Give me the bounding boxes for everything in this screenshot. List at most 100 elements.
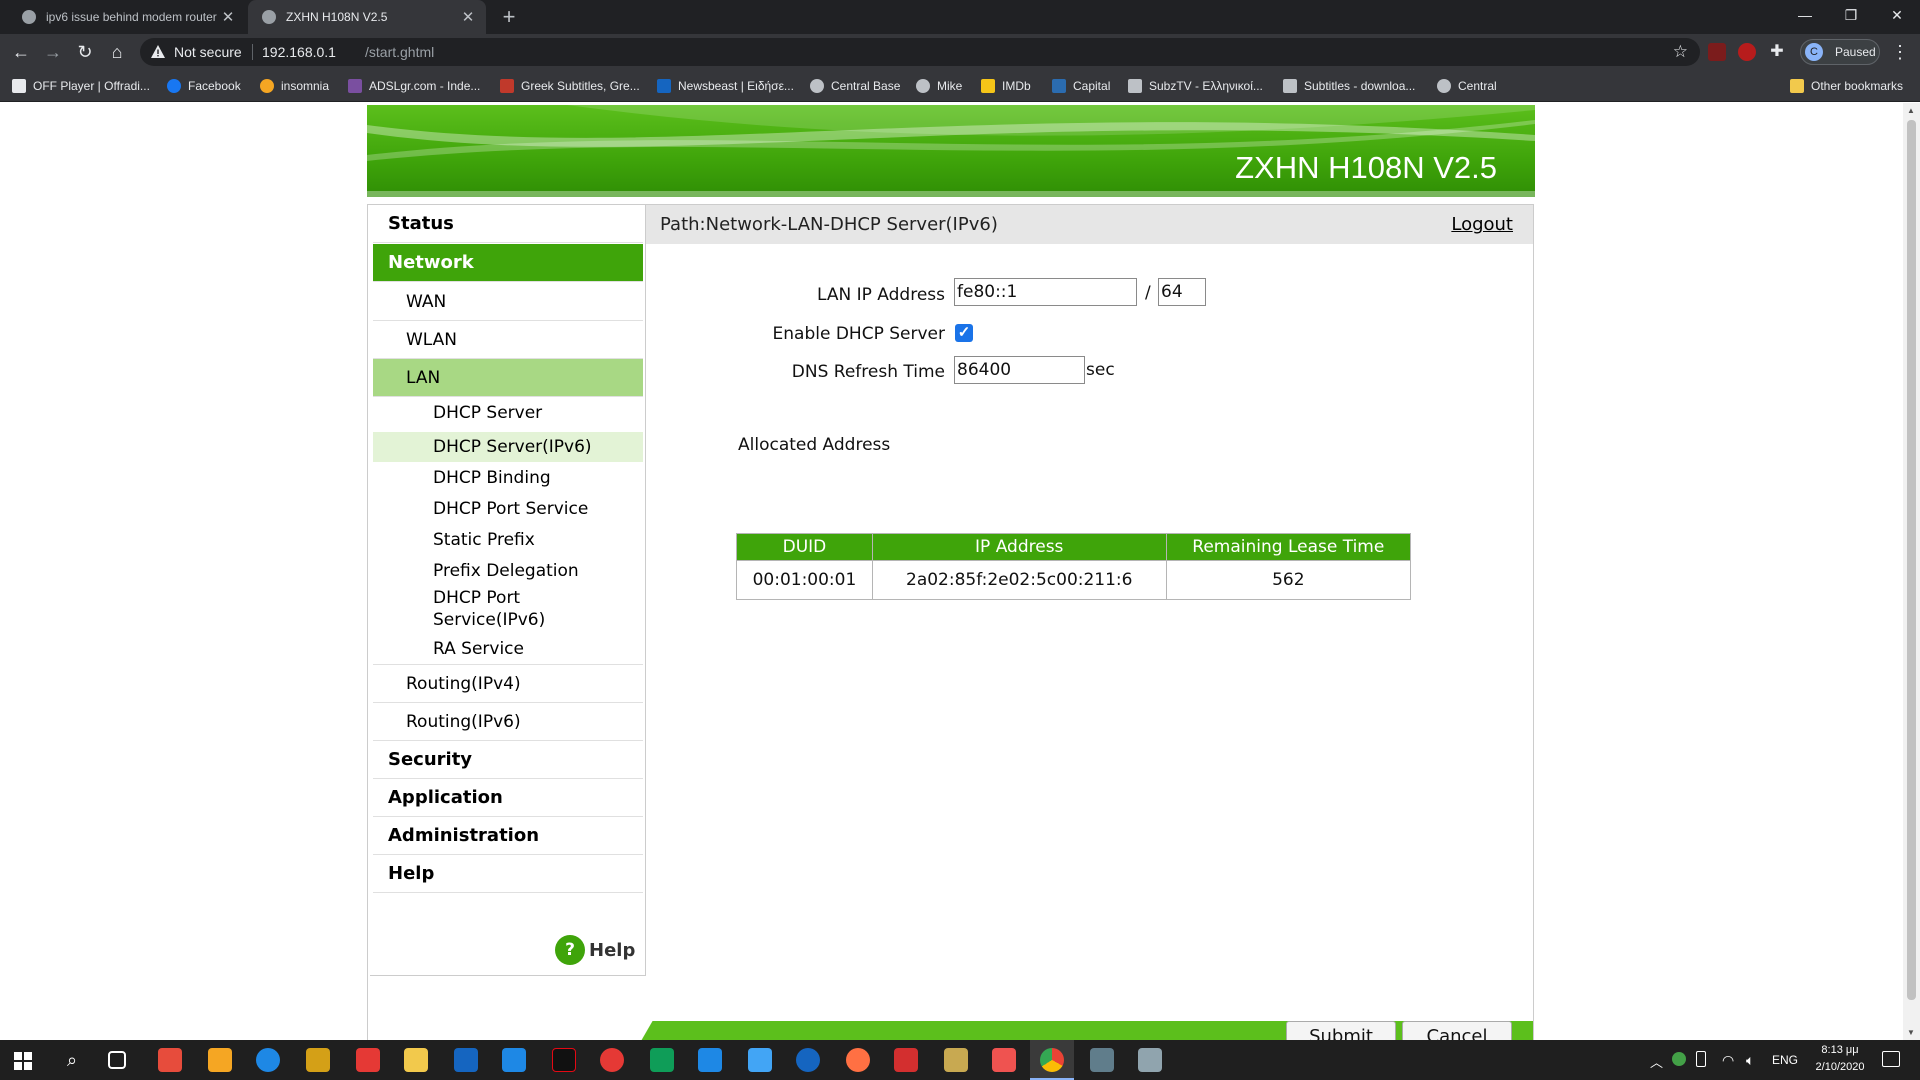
profile-button[interactable]: C Paused	[1800, 39, 1880, 65]
bookmark-item[interactable]: Central	[1437, 78, 1497, 94]
netflix-icon[interactable]	[552, 1048, 576, 1072]
scroll-up-icon[interactable]: ▲	[1907, 106, 1915, 115]
chrome-taskbar-button[interactable]	[1030, 1040, 1074, 1080]
restore-icon[interactable]: ❐	[1828, 0, 1874, 30]
sidebar-item-network[interactable]: Network	[373, 244, 643, 282]
battery-icon[interactable]	[1696, 1051, 1706, 1067]
logout-link[interactable]: Logout	[1451, 214, 1513, 235]
app-icon[interactable]	[1138, 1048, 1162, 1072]
opera-icon[interactable]	[600, 1048, 624, 1072]
wifi-icon[interactable]: ◠	[1722, 1052, 1734, 1069]
edge-icon[interactable]	[256, 1048, 280, 1072]
dns-refresh-input[interactable]: 86400	[954, 356, 1085, 384]
app-icon[interactable]	[502, 1048, 526, 1072]
help-link[interactable]: ? Help	[555, 935, 635, 965]
bookmark-item[interactable]: Subtitles - downloa...	[1283, 78, 1415, 94]
browser-tab[interactable]: ipv6 issue behind modem router ✕	[8, 0, 246, 34]
sidebar-item-routing-ipv6[interactable]: Routing(IPv6)	[373, 703, 643, 741]
back-icon[interactable]: ←	[8, 39, 34, 65]
sidebar-item-static-prefix[interactable]: Static Prefix	[373, 525, 643, 555]
notifications-icon[interactable]	[1882, 1051, 1900, 1067]
sidebar-item-help[interactable]: Help	[373, 855, 643, 893]
search-icon[interactable]: ⌕	[60, 1048, 84, 1072]
task-view-icon[interactable]	[108, 1051, 126, 1069]
file-icon[interactable]	[306, 1048, 330, 1072]
forward-icon[interactable]: →	[40, 39, 66, 65]
windows-start-icon[interactable]	[14, 1052, 32, 1070]
sidebar-item-application[interactable]: Application	[373, 779, 643, 817]
new-tab-icon[interactable]: +	[496, 4, 522, 30]
flash-icon[interactable]	[356, 1048, 380, 1072]
tray-chevron-icon[interactable]: ︿	[1650, 1052, 1663, 1071]
extension-icon[interactable]	[1708, 43, 1726, 61]
app-icon[interactable]	[992, 1048, 1016, 1072]
bookmark-item[interactable]: insomnia	[260, 78, 329, 94]
bookmark-item[interactable]: Capital	[1052, 78, 1110, 94]
app-icon[interactable]	[748, 1048, 772, 1072]
extensions-puzzle-icon[interactable]: ✚	[1768, 43, 1786, 61]
ublock-icon[interactable]	[1738, 43, 1756, 61]
bookmark-star-icon[interactable]: ☆	[1673, 42, 1688, 62]
sidebar-item-dhcp-server-ipv6[interactable]: DHCP Server(IPv6)	[373, 432, 643, 462]
sidebar-item-lan[interactable]: LAN	[373, 359, 643, 397]
close-window-icon[interactable]: ✕	[1874, 0, 1920, 30]
bookmark-item[interactable]: IMDb	[981, 78, 1031, 94]
cancel-button[interactable]: Cancel	[1402, 1021, 1512, 1040]
tray-icon[interactable]	[1672, 1052, 1686, 1066]
submit-button[interactable]: Submit	[1286, 1021, 1396, 1040]
warning-icon[interactable]	[150, 44, 166, 60]
file-explorer-icon[interactable]	[404, 1048, 428, 1072]
page-scrollbar[interactable]: ▲ ▼	[1903, 103, 1920, 1040]
bookmark-item[interactable]: Newsbeast | Ειδήσε...	[657, 78, 794, 94]
app-icon[interactable]	[208, 1048, 232, 1072]
reload-icon[interactable]: ↻	[72, 39, 98, 65]
security-label[interactable]: Not secure	[174, 44, 242, 60]
sidebar-item-dhcp-binding[interactable]: DHCP Binding	[373, 463, 643, 493]
app-icon[interactable]	[698, 1048, 722, 1072]
prefix-length-input[interactable]: 64	[1158, 278, 1206, 306]
close-tab-icon[interactable]: ✕	[460, 8, 476, 26]
sidebar-item-wlan[interactable]: WLAN	[373, 321, 643, 359]
browser-menu-icon[interactable]: ⋮	[1890, 39, 1910, 65]
app-icon[interactable]	[796, 1048, 820, 1072]
browser-tab-active[interactable]: ZXHN H108N V2.5 ✕	[248, 0, 486, 34]
bookmark-item[interactable]: ADSLgr.com - Inde...	[348, 78, 480, 94]
home-icon[interactable]: ⌂	[104, 39, 130, 65]
scrollbar-thumb[interactable]	[1907, 120, 1916, 1000]
sidebar-item-administration[interactable]: Administration	[373, 817, 643, 855]
enable-dhcp-checkbox[interactable]: ✓	[955, 324, 973, 342]
newsbeast-icon	[657, 79, 671, 93]
app-icon[interactable]	[158, 1048, 182, 1072]
language-indicator[interactable]: ENG	[1772, 1053, 1798, 1067]
sidebar-item-dhcp-port-service-ipv6[interactable]: DHCP Port Service(IPv6)	[373, 586, 643, 632]
app-icon[interactable]	[1090, 1048, 1114, 1072]
bookmark-item[interactable]: SubzTV - Ελληνικοί...	[1128, 78, 1263, 94]
sidebar-item-prefix-delegation[interactable]: Prefix Delegation	[373, 556, 643, 586]
sidebar-item-status[interactable]: Status	[373, 205, 643, 243]
minimize-icon[interactable]: —	[1782, 0, 1828, 30]
app-icon[interactable]	[650, 1048, 674, 1072]
address-bar[interactable]: Not secure 192.168.0.1 /start.ghtml ☆	[140, 38, 1700, 66]
sidebar-item-dhcp-port-service[interactable]: DHCP Port Service	[373, 494, 643, 524]
sidebar-item-dhcp-server[interactable]: DHCP Server	[373, 398, 643, 428]
bookmark-item[interactable]: OFF Player | Offradi...	[12, 78, 150, 94]
volume-icon[interactable]: 🔈︎	[1746, 1052, 1754, 1069]
other-bookmarks[interactable]: Other bookmarks	[1790, 78, 1903, 94]
scroll-down-icon[interactable]: ▼	[1907, 1028, 1915, 1037]
app-icon[interactable]	[894, 1048, 918, 1072]
app-icon[interactable]	[846, 1048, 870, 1072]
clock-time[interactable]: 8:13 μμ	[1815, 1044, 1865, 1056]
close-tab-icon[interactable]: ✕	[220, 8, 236, 26]
sidebar-item-wan[interactable]: WAN	[373, 283, 643, 321]
calculator-icon[interactable]	[454, 1048, 478, 1072]
bookmark-item[interactable]: Central Base	[810, 78, 900, 94]
bookmark-item[interactable]: Greek Subtitles, Gre...	[500, 78, 640, 94]
sidebar-item-routing-ipv4[interactable]: Routing(IPv4)	[373, 665, 643, 703]
bookmark-item[interactable]: Facebook	[167, 78, 241, 94]
clock-date[interactable]: 2/10/2020	[1808, 1061, 1872, 1073]
sidebar-item-security[interactable]: Security	[373, 741, 643, 779]
app-icon[interactable]	[944, 1048, 968, 1072]
sidebar-item-ra-service[interactable]: RA Service	[373, 633, 643, 665]
lan-ip-input[interactable]: fe80::1	[954, 278, 1137, 306]
bookmark-item[interactable]: Mike	[916, 78, 962, 94]
